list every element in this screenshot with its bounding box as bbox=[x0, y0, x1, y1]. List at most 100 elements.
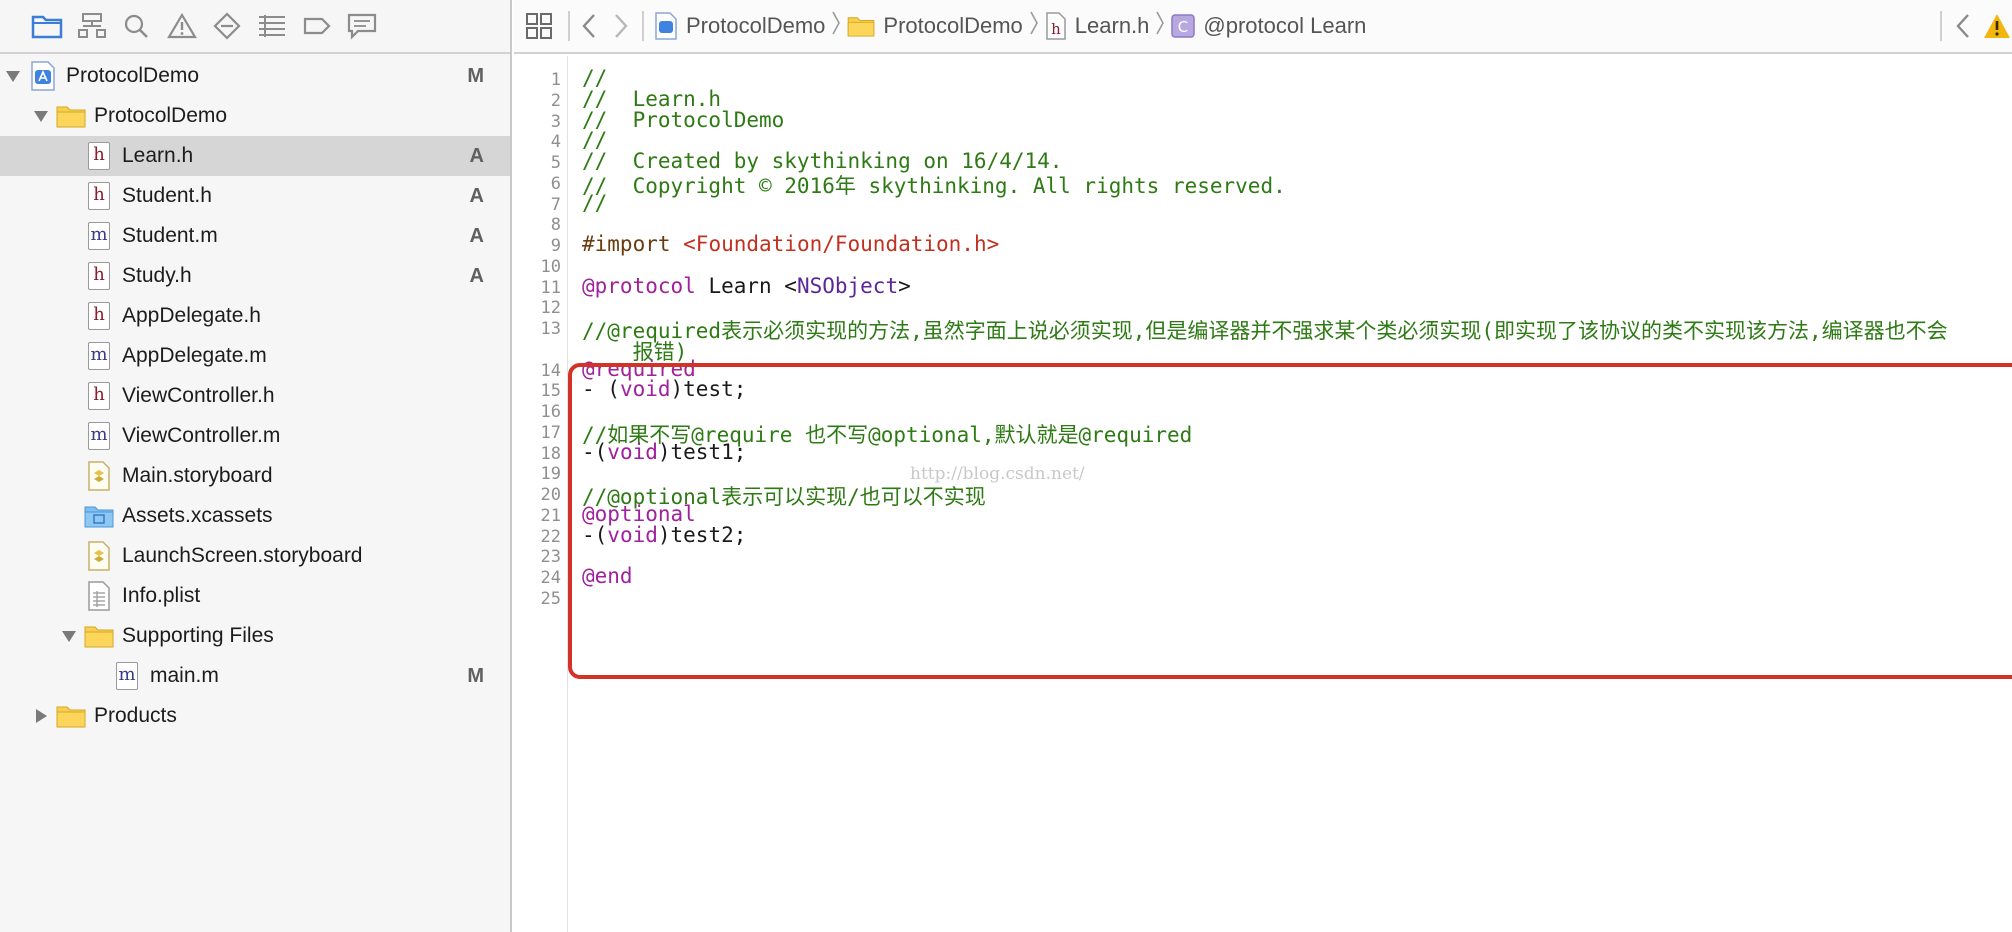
annotation-highlight-box bbox=[568, 363, 2012, 679]
disclosure-collapsed-icon[interactable] bbox=[32, 707, 50, 725]
navigator-toolbar bbox=[0, 0, 510, 54]
file-tree: ProtocolDemo M ProtocolDemo h Learn.h Ah Stude… bbox=[0, 56, 510, 736]
breadcrumb-item-0[interactable]: ProtocolDemo bbox=[654, 12, 825, 40]
implementation-file-icon: m bbox=[112, 661, 142, 691]
forward-arrow-icon[interactable] bbox=[612, 12, 630, 40]
navigator-item-main-storyboard[interactable]: Main.storyboard bbox=[0, 456, 510, 496]
search-icon[interactable] bbox=[114, 6, 159, 46]
folder-icon[interactable] bbox=[24, 6, 69, 46]
breadcrumb-item-2[interactable]: h Learn.h bbox=[1045, 12, 1150, 40]
previous-issue-icon[interactable] bbox=[1954, 12, 1972, 40]
code-line: #import <Foundation/Foundation.h> bbox=[582, 232, 999, 256]
code-token: // ProtocolDemo bbox=[582, 107, 785, 132]
navigator-item-products[interactable]: Products bbox=[0, 696, 510, 736]
code-line: //@required表示必须实现的方法,虽然字面上说必须实现,但是编译器并不强… bbox=[582, 315, 1948, 345]
line-number: 25 bbox=[540, 588, 561, 609]
line-number: 3 bbox=[550, 111, 561, 132]
disclosure-expanded-icon[interactable] bbox=[60, 627, 78, 645]
breadcrumb: ProtocolDemo ProtocolDemo h Learn.h C @protoc… bbox=[654, 9, 1366, 44]
navigator-item-label: Supporting Files bbox=[122, 624, 274, 647]
disclosure-expanded-icon[interactable] bbox=[4, 67, 22, 85]
navigator-item-main-m[interactable]: m main.m M bbox=[0, 656, 510, 696]
navigator-item-protocoldemo[interactable]: ProtocolDemo M bbox=[0, 56, 510, 96]
navigator-item-label: ViewController.m bbox=[122, 424, 281, 447]
folder-icon bbox=[84, 621, 114, 651]
navigator-item-study-h[interactable]: h Study.h A bbox=[0, 256, 510, 296]
back-arrow-icon[interactable] bbox=[580, 12, 598, 40]
related-items-icon[interactable] bbox=[524, 11, 554, 41]
scm-status-badge: A bbox=[469, 224, 484, 247]
code-token: //@required表示必须实现的方法,虽然字面上说必须实现,但是编译器并不强… bbox=[582, 319, 1948, 343]
scm-status-badge: A bbox=[469, 264, 484, 287]
scm-status-badge: A bbox=[469, 184, 484, 207]
storyboard-icon bbox=[84, 541, 114, 571]
line-number: 5 bbox=[550, 153, 561, 173]
navigator-item-student-h[interactable]: h Student.h A bbox=[0, 176, 510, 216]
tag-icon[interactable] bbox=[294, 6, 339, 46]
line-number: 19 bbox=[540, 464, 561, 485]
line-number: 14 bbox=[540, 360, 561, 381]
breadcrumb-label: ProtocolDemo bbox=[686, 13, 826, 38]
line-number: 2 bbox=[550, 90, 561, 111]
warning-badge-icon[interactable] bbox=[1982, 12, 2012, 40]
code-line: // Copyright © 2016年 skythinking. All ri… bbox=[582, 170, 1286, 200]
navigator-item-label: Info.plist bbox=[122, 584, 201, 607]
breadcrumb-label: Learn.h bbox=[1074, 13, 1150, 38]
navigator-item-label: ProtocolDemo bbox=[66, 64, 200, 87]
line-number: 6 bbox=[550, 173, 561, 194]
project-icon bbox=[654, 12, 678, 40]
navigator-item-appdelegate-h[interactable]: h AppDelegate.h bbox=[0, 296, 510, 336]
header-file-icon: h bbox=[84, 261, 114, 291]
breadcrumb-separator-icon bbox=[831, 9, 841, 44]
breadcrumb-separator-icon bbox=[1155, 9, 1165, 44]
line-number: 17 bbox=[540, 422, 561, 443]
implementation-file-icon: m bbox=[84, 421, 114, 451]
navigator-item-viewcontroller-m[interactable]: m ViewController.m bbox=[0, 416, 510, 456]
line-number: 1 bbox=[550, 70, 561, 90]
header-file-icon: h bbox=[84, 181, 114, 211]
navigator-item-label: Student.h bbox=[122, 184, 212, 207]
code-line: @protocol Learn <NSObject> bbox=[582, 274, 911, 298]
breadcrumb-label: ProtocolDemo bbox=[883, 13, 1023, 38]
hierarchy-icon[interactable] bbox=[69, 6, 114, 46]
navigator-item-info-plist[interactable]: Info.plist bbox=[0, 576, 510, 616]
navigator-item-label: ProtocolDemo bbox=[94, 104, 228, 127]
navigator-item-label: LaunchScreen.storyboard bbox=[122, 544, 363, 567]
list-icon[interactable] bbox=[249, 6, 294, 46]
navigator-item-learn-h[interactable]: h Learn.h A bbox=[0, 136, 510, 176]
navigator-item-supporting-files[interactable]: Supporting Files bbox=[0, 616, 510, 656]
navigator-item-label: AppDelegate.m bbox=[122, 344, 267, 367]
navigator-item-appdelegate-m[interactable]: m AppDelegate.m bbox=[0, 336, 510, 376]
warning-icon[interactable] bbox=[159, 6, 204, 46]
breadcrumb-separator-icon bbox=[1029, 9, 1039, 44]
message-icon[interactable] bbox=[339, 6, 384, 46]
line-number: 21 bbox=[540, 505, 561, 526]
navigator-item-assets-xcassets[interactable]: Assets.xcassets bbox=[0, 496, 510, 536]
line-number: 9 bbox=[550, 236, 561, 256]
breadcrumb-item-1[interactable]: ProtocolDemo bbox=[847, 13, 1023, 39]
code-token: // bbox=[582, 190, 608, 215]
navigator-item-launchscreen-storyboard[interactable]: LaunchScreen.storyboard bbox=[0, 536, 510, 576]
navigator-item-student-m[interactable]: m Student.m A bbox=[0, 216, 510, 256]
navigator-item-label: ViewController.h bbox=[122, 384, 275, 407]
navigator-item-protocoldemo[interactable]: ProtocolDemo bbox=[0, 96, 510, 136]
line-number: 23 bbox=[540, 547, 561, 568]
line-number: 13 bbox=[540, 319, 561, 339]
line-number: 15 bbox=[540, 381, 561, 402]
navigator-item-viewcontroller-h[interactable]: h ViewController.h bbox=[0, 376, 510, 416]
code-token: #import bbox=[582, 232, 684, 256]
code-token: NSObject bbox=[796, 273, 899, 298]
scm-status-badge: M bbox=[467, 664, 484, 687]
navigator-item-label: Products bbox=[94, 704, 177, 727]
folder-icon bbox=[56, 101, 86, 131]
scm-status-badge: A bbox=[469, 144, 484, 167]
navigator-item-label: Assets.xcassets bbox=[122, 504, 273, 527]
test-diamond-icon[interactable] bbox=[204, 6, 249, 46]
breadcrumb-item-3[interactable]: C @protocol Learn bbox=[1171, 13, 1366, 39]
disclosure-expanded-icon[interactable] bbox=[32, 107, 50, 125]
plist-icon bbox=[84, 581, 114, 611]
project-icon bbox=[28, 61, 58, 91]
watermark: http://blog.csdn.net/ bbox=[910, 464, 1085, 484]
line-number: 20 bbox=[540, 485, 561, 505]
jump-bar: ProtocolDemo ProtocolDemo h Learn.h C @protoc… bbox=[514, 0, 2012, 54]
